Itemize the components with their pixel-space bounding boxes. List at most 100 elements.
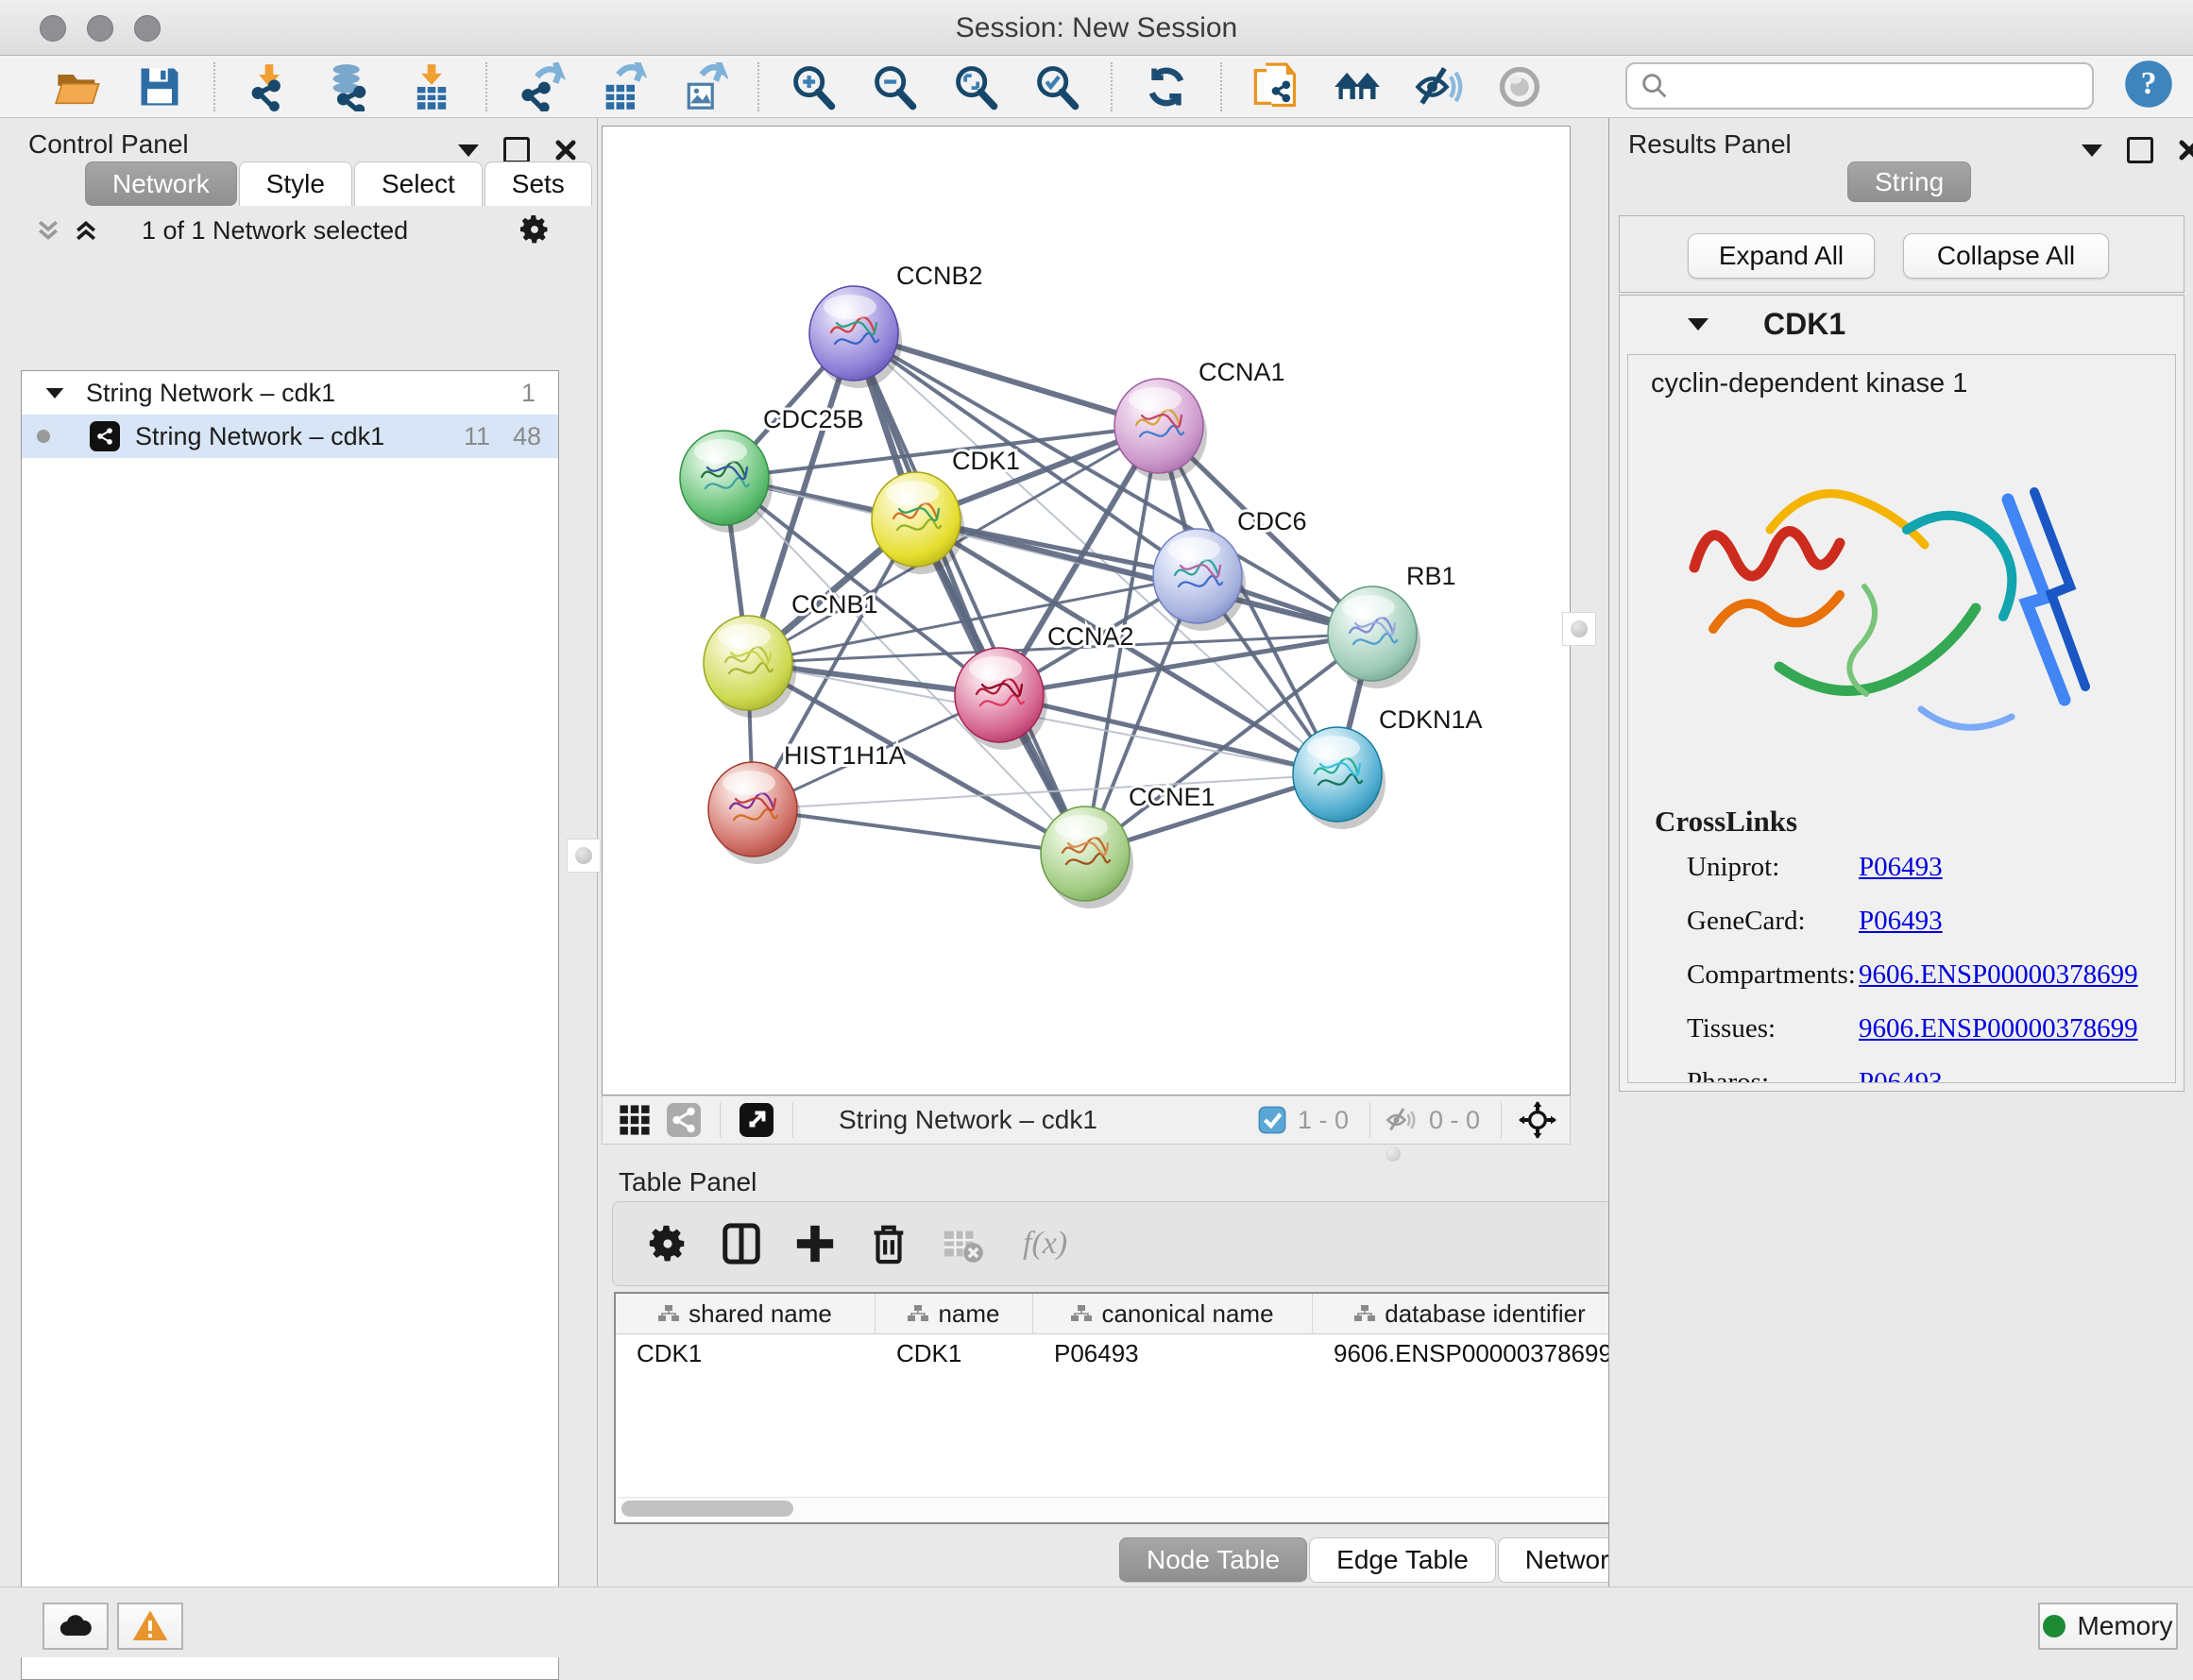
crosslink-link[interactable]: P06493	[1859, 852, 1943, 883]
horizontal-splitter-handle[interactable]	[1386, 1146, 1401, 1162]
node-label-CCNA1: CCNA1	[1198, 358, 1285, 386]
memory-label: Memory	[2077, 1611, 2172, 1641]
tab-sets[interactable]: Sets	[484, 161, 592, 206]
node-CCNA1[interactable]: CCNA1	[1114, 358, 1285, 481]
tab-select[interactable]: Select	[354, 161, 483, 206]
hidden-eye-slash-icon[interactable]	[1382, 1101, 1420, 1139]
results-panel: Results Panel String Expand All Collapse…	[1608, 118, 2193, 1587]
column-header-canonical-name[interactable]: canonical name	[1033, 1294, 1313, 1333]
node-CCNB2[interactable]: CCNB2	[809, 262, 983, 388]
protein-section-header[interactable]: CDK1	[1620, 296, 2184, 352]
zoom-selected-icon[interactable]	[1032, 62, 1081, 111]
collapse-all-icon[interactable]	[34, 216, 62, 245]
node-CCNE1[interactable]: CCNE1	[1041, 783, 1216, 908]
edge-CCNA2-CDKN1A[interactable]	[999, 695, 1337, 774]
node-CDKN1A[interactable]: CDKN1A	[1293, 705, 1483, 829]
add-column-icon[interactable]	[789, 1217, 842, 1270]
refresh-icon[interactable]	[1142, 62, 1191, 111]
warning-status-button[interactable]	[117, 1603, 183, 1650]
float-panel-icon[interactable]	[503, 137, 530, 163]
toolbar-separator	[792, 1102, 793, 1138]
edge-HIST1H1A-CCNE1[interactable]	[753, 809, 1085, 854]
table-cell[interactable]: CDK1	[616, 1334, 876, 1372]
tab-edge-table[interactable]: Edge Table	[1309, 1537, 1496, 1583]
search-field[interactable]	[1625, 62, 2094, 110]
collapse-all-button[interactable]: Collapse All	[1903, 233, 2109, 279]
tab-style[interactable]: Style	[239, 161, 352, 206]
network-collection-row[interactable]: String Network – cdk1 1	[22, 371, 558, 415]
crosslink-row: GeneCard:P06493	[1687, 906, 2175, 937]
save-session-icon[interactable]	[135, 62, 184, 111]
import-network-file-icon[interactable]	[245, 62, 294, 111]
collapse-panel-icon[interactable]	[458, 144, 479, 157]
export-table-icon[interactable]	[598, 62, 647, 111]
network-selection-status: 1 of 1 Network selected	[142, 216, 408, 246]
table-cell[interactable]: 9606.ENSP00000378699	[1313, 1334, 1628, 1372]
node-CDK1[interactable]: CDK1	[872, 447, 1020, 574]
tab-string[interactable]: String	[1847, 161, 1971, 202]
import-network-database-icon[interactable]	[326, 62, 375, 111]
close-panel-icon[interactable]	[554, 139, 577, 161]
float-panel-icon[interactable]	[2127, 137, 2153, 163]
fit-content-crosshair-icon[interactable]	[1517, 1099, 1558, 1141]
right-splitter-handle[interactable]	[1562, 612, 1596, 646]
crosslink-link[interactable]: 9606.ENSP00000378699	[1859, 959, 2138, 991]
node-label-CDC6: CDC6	[1237, 507, 1307, 535]
cloud-status-button[interactable]	[42, 1603, 109, 1650]
open-session-icon[interactable]	[54, 62, 103, 111]
help-icon[interactable]: ?	[2123, 59, 2174, 114]
network-share-icon[interactable]	[665, 1101, 703, 1139]
crosslink-link[interactable]: P06493	[1859, 906, 1943, 937]
edge-CCNB2-CCNE1[interactable]	[854, 333, 1085, 854]
protein-name: CDK1	[1763, 307, 1845, 342]
crosslink-row: Tissues:9606.ENSP00000378699	[1687, 1013, 2175, 1044]
zoom-in-icon[interactable]	[789, 62, 838, 111]
show-columns-icon[interactable]	[715, 1217, 768, 1270]
section-expander-icon[interactable]	[1688, 318, 1708, 331]
crosslink-link[interactable]: P06493	[1859, 1067, 1943, 1083]
clone-network-icon[interactable]	[1251, 62, 1300, 111]
expand-all-button[interactable]: Expand All	[1688, 233, 1875, 279]
node-CCNB1[interactable]: CCNB1	[704, 590, 878, 718]
tree-expander-icon[interactable]	[46, 387, 64, 398]
zoom-out-icon[interactable]	[870, 62, 919, 111]
tab-node-table[interactable]: Node Table	[1119, 1537, 1307, 1583]
string-home-icon[interactable]	[1333, 62, 1382, 111]
grid-view-icon[interactable]	[616, 1101, 654, 1139]
table-settings-gear-icon[interactable]	[641, 1217, 694, 1270]
collapse-panel-icon[interactable]	[2082, 144, 2102, 157]
network-options-gear-icon[interactable]	[518, 212, 552, 246]
expand-all-icon[interactable]	[72, 216, 100, 245]
expand-collapse-box: Expand All Collapse All	[1619, 215, 2184, 293]
delete-column-trash-icon[interactable]	[862, 1217, 915, 1270]
zoom-fit-icon[interactable]	[951, 62, 1000, 111]
current-network-title: String Network – cdk1	[839, 1105, 1097, 1135]
birds-eye-view-icon[interactable]	[738, 1101, 775, 1139]
column-header-database-identifier[interactable]: database identifier	[1313, 1294, 1628, 1333]
node-label-RB1: RB1	[1406, 562, 1456, 590]
tab-network[interactable]: Network	[85, 161, 237, 206]
left-splitter-handle[interactable]	[567, 839, 601, 873]
node-RB1[interactable]: RB1	[1328, 562, 1456, 688]
column-header-shared-name[interactable]: shared name	[616, 1294, 876, 1333]
network-graph[interactable]: CCNB2CCNA1CDC25BCDK1CDC6RB1CCNB1CCNA2CDK…	[603, 127, 1570, 1095]
show-all-eye-icon[interactable]	[1495, 62, 1544, 111]
network-canvas[interactable]: CCNB2CCNA1CDC25BCDK1CDC6RB1CCNB1CCNA2CDK…	[602, 126, 1571, 1095]
hide-selected-eye-icon[interactable]	[1414, 62, 1463, 111]
memory-button[interactable]: Memory	[2038, 1603, 2178, 1650]
network-row-selected[interactable]: String Network – cdk1 11 48	[22, 415, 558, 458]
import-table-icon[interactable]	[407, 62, 456, 111]
export-network-icon[interactable]	[517, 62, 566, 111]
search-input[interactable]	[1678, 71, 2092, 102]
crosslink-link[interactable]: 9606.ENSP00000378699	[1859, 1013, 2138, 1044]
selected-checkbox-icon[interactable]	[1256, 1104, 1288, 1136]
current-network-bullet	[37, 430, 50, 443]
collection-count: 1	[521, 379, 536, 408]
close-panel-icon[interactable]	[2178, 139, 2193, 161]
table-cell[interactable]: CDK1	[876, 1334, 1033, 1372]
table-cell[interactable]: P06493	[1033, 1334, 1313, 1372]
protein-description: cyclin-dependent kinase 1	[1651, 368, 2175, 399]
scrollbar-thumb[interactable]	[621, 1501, 793, 1517]
export-image-icon[interactable]	[679, 62, 728, 111]
column-header-name[interactable]: name	[876, 1294, 1033, 1333]
